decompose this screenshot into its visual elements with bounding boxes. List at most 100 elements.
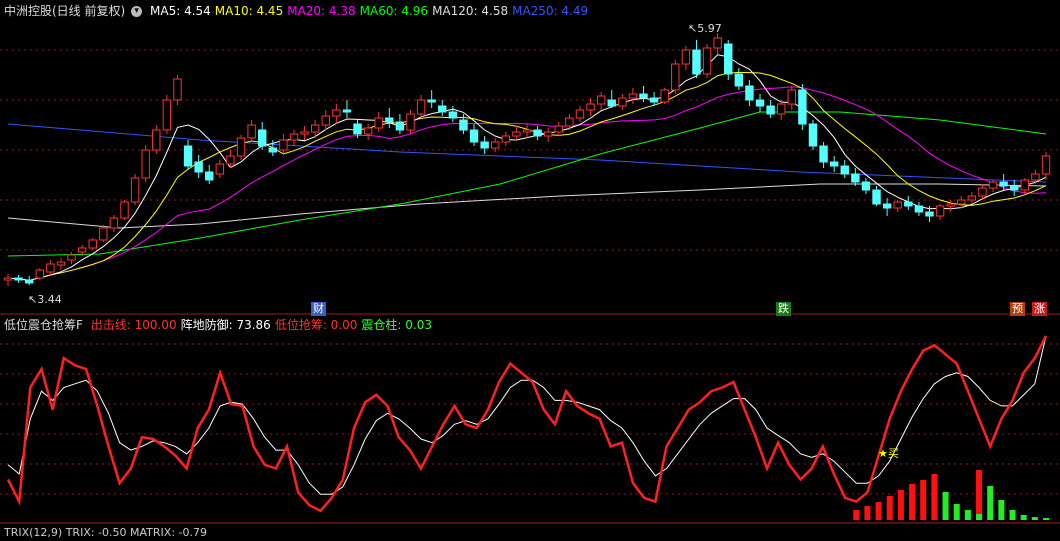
candle-body bbox=[893, 201, 902, 209]
ma-legend-item: MA250: 4.49 bbox=[512, 4, 589, 18]
candle-body bbox=[533, 129, 542, 137]
candle-body bbox=[289, 133, 299, 141]
candle-body bbox=[671, 63, 680, 91]
candle-body bbox=[978, 187, 987, 197]
low-grab-bar bbox=[853, 510, 860, 520]
tag-cai[interactable]: 财 bbox=[311, 302, 326, 316]
candle-body bbox=[152, 129, 161, 151]
indicator-legend: 低位震仓抢筹F 出击线: 100.00 阵地防御: 73.86 低位抢筹: 0.00… bbox=[4, 317, 440, 333]
candle-body bbox=[205, 171, 214, 181]
tag-zhang[interactable]: 涨 bbox=[1032, 302, 1047, 316]
candle-body bbox=[575, 109, 585, 119]
candle-body bbox=[480, 141, 489, 149]
candle-body bbox=[639, 93, 648, 99]
shakeout-bar bbox=[1043, 518, 1049, 520]
candle-body bbox=[215, 163, 225, 175]
candle-body bbox=[1031, 173, 1040, 181]
candle-body bbox=[946, 203, 955, 207]
kline-chart[interactable] bbox=[0, 0, 1060, 533]
indicator-legend-item: 震仓柱: 0.03 bbox=[361, 318, 432, 332]
shakeout-bar bbox=[1020, 515, 1027, 520]
chevron-down-icon[interactable]: ▾ bbox=[131, 6, 143, 17]
candle-body bbox=[385, 117, 394, 123]
candle-body bbox=[236, 137, 246, 157]
candle-body bbox=[904, 201, 913, 207]
candle-body bbox=[660, 89, 669, 103]
candle-body bbox=[766, 105, 775, 115]
candle-body bbox=[882, 203, 892, 209]
candle-body bbox=[491, 141, 500, 149]
ma-legend-item: MA10: 4.45 bbox=[214, 4, 284, 18]
candle-body bbox=[406, 113, 415, 131]
candle-body bbox=[522, 129, 532, 133]
candle-body bbox=[300, 131, 309, 135]
candle-body bbox=[1020, 179, 1030, 191]
candle-body bbox=[565, 117, 574, 127]
candle-body bbox=[24, 279, 34, 284]
candle-body bbox=[310, 124, 320, 133]
candle-body bbox=[1010, 185, 1019, 191]
indicator-legend-item: 阵地防御: 73.86 bbox=[180, 318, 271, 332]
candle-body bbox=[459, 119, 468, 131]
candle-body bbox=[374, 117, 383, 129]
candle-body bbox=[332, 109, 341, 117]
candle-body bbox=[649, 97, 659, 103]
tag-die[interactable]: 跌 bbox=[776, 302, 791, 316]
tag-yu[interactable]: 预 bbox=[1010, 302, 1025, 316]
candle-body bbox=[713, 37, 722, 49]
candle-body bbox=[692, 49, 701, 75]
candle-body bbox=[438, 105, 447, 113]
indicator-legend-item: 出击线: 100.00 bbox=[90, 318, 177, 332]
candle-body bbox=[130, 177, 140, 203]
candle-body bbox=[162, 99, 172, 131]
candle-body bbox=[829, 161, 839, 167]
candle-body bbox=[416, 99, 426, 115]
candle-body bbox=[543, 131, 553, 137]
candle-body bbox=[469, 129, 479, 143]
candle-body bbox=[77, 247, 87, 253]
candle-body bbox=[257, 129, 267, 147]
candle-body bbox=[88, 239, 97, 249]
candle-body bbox=[183, 145, 193, 167]
candle-body bbox=[755, 99, 765, 107]
candle-body bbox=[268, 147, 278, 153]
candle-body bbox=[67, 254, 76, 261]
shakeout-bar bbox=[976, 514, 983, 520]
low-grab-bar bbox=[875, 502, 882, 520]
candle-body bbox=[872, 189, 881, 205]
ma-legend-item: MA5: 4.54 bbox=[150, 4, 211, 18]
candle-body bbox=[607, 99, 616, 107]
candle-body bbox=[702, 47, 712, 75]
shakeout-bar bbox=[987, 486, 994, 520]
candle-body bbox=[861, 181, 871, 191]
candle-body bbox=[957, 199, 966, 205]
candle-body bbox=[512, 131, 521, 137]
candle-body bbox=[999, 181, 1008, 187]
candle-body bbox=[35, 269, 44, 279]
candle-body bbox=[363, 127, 373, 135]
shakeout-bar bbox=[953, 504, 960, 520]
ma-legend-item: MA20: 4.38 bbox=[287, 4, 356, 18]
trix-legend: TRIX(12,9) TRIX: -0.50 MATRIX: -0.79 bbox=[4, 525, 211, 541]
candle-body bbox=[194, 161, 203, 173]
candle-body bbox=[745, 85, 754, 101]
candle-body bbox=[935, 205, 945, 217]
candle-body bbox=[808, 123, 818, 147]
low-grab-bar bbox=[886, 496, 893, 520]
low-grab-bar bbox=[920, 480, 927, 520]
candle-body bbox=[342, 109, 352, 113]
candle-body bbox=[776, 103, 786, 115]
candle-body bbox=[967, 195, 977, 201]
candle-body bbox=[596, 95, 606, 105]
candle-body bbox=[840, 165, 849, 175]
shakeout-bar bbox=[1009, 510, 1016, 520]
candle-body bbox=[109, 217, 119, 229]
candle-body bbox=[3, 277, 13, 281]
candle-body bbox=[586, 103, 595, 111]
candle-body bbox=[798, 89, 807, 125]
candle-body bbox=[851, 173, 860, 183]
candle-body bbox=[247, 124, 256, 139]
candle-body bbox=[226, 155, 235, 165]
low-grab-bar bbox=[864, 506, 871, 520]
candle-body bbox=[681, 49, 691, 65]
